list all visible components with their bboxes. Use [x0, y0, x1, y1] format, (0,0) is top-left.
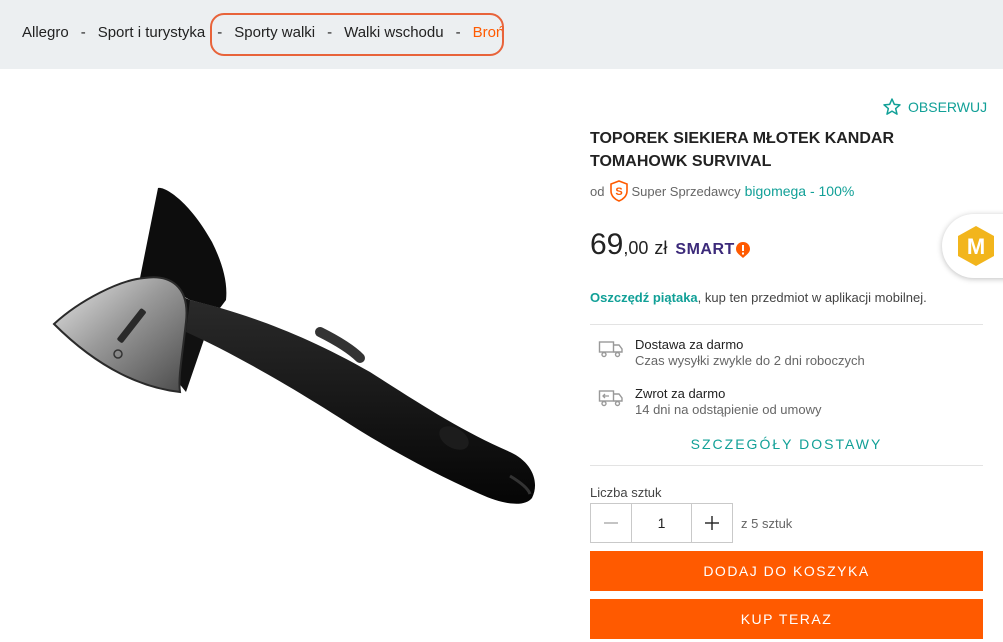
- price-cents: ,00: [623, 238, 649, 258]
- breadcrumb-highlight-annotation: [210, 13, 504, 56]
- seller-name-link[interactable]: bigomega - 100%: [745, 183, 855, 199]
- star-icon: [883, 98, 901, 115]
- minus-icon: [604, 522, 618, 524]
- divider: [590, 465, 983, 466]
- super-seller-badge-icon: S: [610, 180, 629, 202]
- free-shipping-row: Dostawa za darmo Czas wysyłki zwykle do …: [598, 337, 865, 369]
- smart-label: SMART: [675, 241, 735, 258]
- plus-icon: [705, 516, 719, 530]
- delivery-details-link[interactable]: SZCZEGÓŁY DOSTAWY: [590, 436, 983, 452]
- product-image[interactable]: [40, 182, 554, 522]
- return-subtitle: 14 dni na odstąpienie od umowy: [635, 402, 822, 417]
- quantity-available: z 5 sztuk: [741, 516, 793, 531]
- shipping-title: Dostawa za darmo: [635, 337, 744, 352]
- m-hexagon-icon: M: [958, 226, 994, 266]
- promo-rest: , kup ten przedmiot w aplikacji mobilnej…: [697, 290, 927, 305]
- truck-icon: [598, 341, 623, 358]
- promo-bold[interactable]: Oszczędź piątaka: [590, 290, 698, 305]
- super-seller-label: Super Sprzedawcy: [631, 183, 741, 199]
- add-to-cart-button[interactable]: DODAJ DO KOSZYKA: [590, 551, 983, 591]
- seller-info: od S Super Sprzedawcy bigomega - 100%: [590, 180, 854, 202]
- breadcrumb-item-sport[interactable]: Sport i turystyka: [98, 24, 206, 41]
- quantity-input[interactable]: [631, 504, 692, 542]
- promo-text: Oszczędź piątaka, kup ten przedmiot w ap…: [590, 290, 927, 305]
- quantity-increase-button[interactable]: [692, 504, 732, 542]
- quantity-decrease-button[interactable]: [591, 504, 631, 542]
- smart-badge[interactable]: SMART: [675, 241, 750, 259]
- smart-exclamation-icon: [735, 242, 750, 258]
- free-return-row: Zwrot za darmo 14 dni na odstąpienie od …: [598, 386, 821, 418]
- svg-text:M: M: [967, 234, 985, 259]
- quantity-label: Liczba sztuk: [590, 485, 662, 500]
- loyalty-badge[interactable]: M: [942, 214, 1003, 278]
- price: 69 ,00 zł SMART: [590, 228, 751, 262]
- price-currency: zł: [654, 238, 668, 258]
- breadcrumb-bar: Allegro - Sport i turystyka - Sporty wal…: [0, 0, 1003, 69]
- return-title: Zwrot za darmo: [635, 386, 726, 401]
- breadcrumb-item-allegro[interactable]: Allegro: [22, 24, 69, 41]
- price-main: 69: [590, 228, 624, 261]
- svg-text:S: S: [616, 186, 623, 198]
- shipping-subtitle: Czas wysyłki zwykle do 2 dni roboczych: [635, 353, 865, 368]
- return-truck-icon: [598, 390, 623, 407]
- seller-prefix: od: [590, 183, 605, 199]
- breadcrumb-separator: -: [80, 24, 86, 41]
- observe-button[interactable]: OBSERWUJ: [882, 97, 987, 117]
- observe-label: OBSERWUJ: [908, 99, 988, 115]
- quantity-stepper: [590, 503, 733, 543]
- buy-now-button[interactable]: KUP TERAZ: [590, 599, 983, 639]
- product-title: TOPOREK SIEKIERA MŁOTEK KANDAR TOMAHOWK …: [590, 130, 895, 170]
- divider: [590, 324, 983, 325]
